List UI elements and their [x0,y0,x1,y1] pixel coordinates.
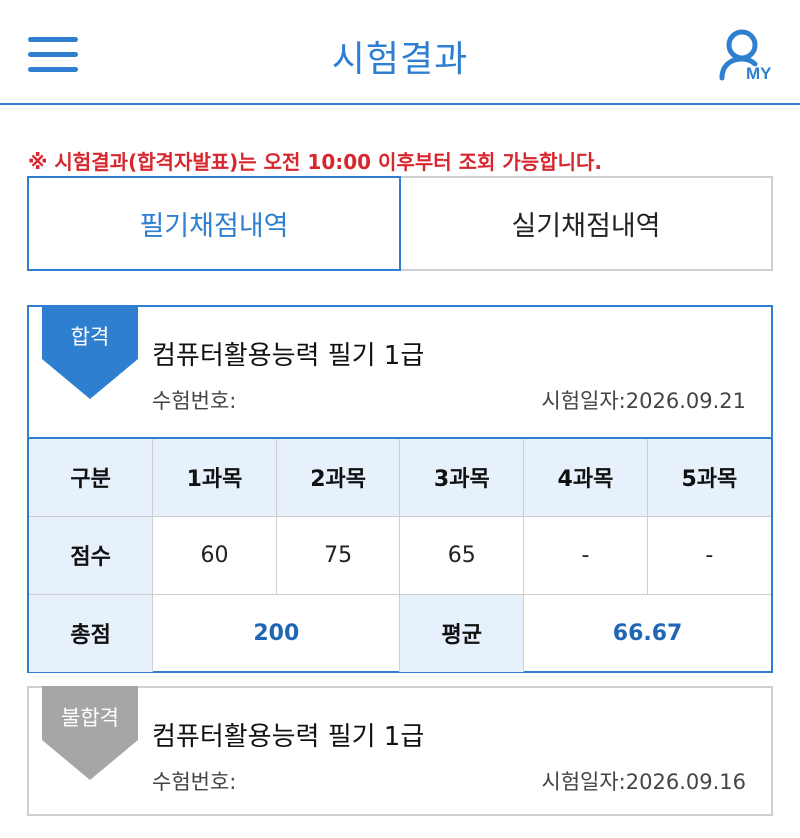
result-card[interactable]: 합격 컴퓨터활용능력 필기 1급 수험번호: 시험일자:2026.09.21 구… [27,305,773,673]
exam-name: 컴퓨터활용능력 필기 1급 [152,341,425,371]
average-label: 평균 [399,593,525,672]
notice-text: ※ 시험결과(합격자발표)는 오전 10:00 이후부터 조회 가능합니다. [28,150,602,174]
total-score: 200 [152,593,401,672]
table-row: 점수 60 75 65 - - [29,515,771,595]
score-cell: - [523,515,648,595]
fail-badge-icon [42,686,138,780]
score-table: 구분 1과목 2과목 3과목 4과목 5과목 점수 60 75 65 - - 총… [29,437,771,672]
table-header-cell: 구분 [29,437,154,517]
result-card-header: 합격 컴퓨터활용능력 필기 1급 수험번호: 시험일자:2026.09.21 [29,305,771,437]
score-cell: 60 [152,515,277,595]
status-badge: 합격 [70,325,110,349]
tab-written-scoring[interactable]: 필기채점내역 [27,176,401,271]
status-badge: 불합격 [61,706,119,730]
exam-date: 시험일자:2026.09.16 [541,770,746,794]
tab-practical-scoring[interactable]: 실기채점내역 [401,178,771,269]
exam-date: 시험일자:2026.09.21 [541,389,746,413]
pass-badge-icon [42,305,138,399]
table-header-cell: 4과목 [523,437,648,517]
result-card-header: 불합격 컴퓨터활용능력 필기 1급 수험번호: 시험일자:2026.09.16 [29,686,771,818]
result-card[interactable]: 불합격 컴퓨터활용능력 필기 1급 수험번호: 시험일자:2026.09.16 [27,686,773,816]
score-cell: - [646,515,771,595]
table-header-cell: 3과목 [399,437,525,517]
app-header: 시험결과 MY [0,0,800,105]
result-tabs: 필기채점내역 실기채점내역 [27,176,773,271]
table-header-cell: 1과목 [152,437,277,517]
table-row: 총점 200 평균 66.67 [29,593,771,672]
exam-number: 수험번호: [152,389,237,413]
score-cell: 75 [275,515,401,595]
average-score: 66.67 [523,593,771,672]
table-header-cell: 5과목 [646,437,771,517]
table-header-row: 구분 1과목 2과목 3과목 4과목 5과목 [29,437,771,517]
page-title: 시험결과 [331,39,469,80]
exam-name: 컴퓨터활용능력 필기 1급 [152,722,425,752]
score-label: 점수 [29,515,154,595]
exam-number: 수험번호: [152,770,237,794]
score-cell: 65 [399,515,525,595]
my-page-button[interactable]: MY [714,26,778,86]
my-label: MY [746,64,772,83]
total-label: 총점 [29,593,154,672]
table-header-cell: 2과목 [275,437,401,517]
